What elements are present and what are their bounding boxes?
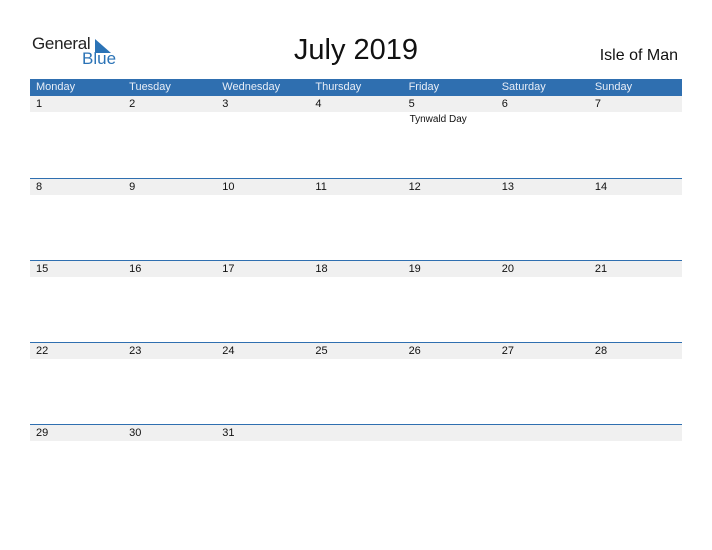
day-cell: 26 [403,343,496,359]
day-cell: 29 [30,425,123,441]
day-cell: 19 [403,261,496,277]
day-cell: 18 [309,261,402,277]
day-cell [309,425,402,441]
weekday-sunday: Sunday [594,81,633,93]
day-number: 29 [36,427,49,439]
date-strip: 22 23 24 25 26 27 28 [30,343,682,359]
day-cell: 20 [496,261,589,277]
day-number: 15 [36,263,49,275]
day-cell: 24 [216,343,309,359]
calendar-grid: Monday Tuesday Wednesday Thursday Friday Satu… [30,79,682,506]
day-cell: 12 [403,179,496,195]
day-cell [496,425,589,441]
day-cell: 28 [589,343,682,359]
day-number: 14 [594,181,608,193]
calendar-week: 15 16 17 18 19 20 21 [30,260,682,342]
day-number: 28 [594,345,608,357]
day-number: 25 [315,345,328,357]
weekday-monday: Monday [36,81,76,93]
day-cell: 8 [30,179,123,195]
date-strip: 8 9 10 11 12 13 14 [30,179,682,195]
day-cell: 3 [216,96,309,112]
day-cell: 4 [309,96,402,112]
day-number: 21 [594,263,608,275]
calendar-week: 29 30 31 [30,424,682,506]
day-number: 11 [315,181,327,193]
country-label: Isle of Man [599,47,678,64]
day-cell: 21 [589,261,682,277]
day-cell [589,425,682,441]
weekday-wednesday: Wednesday [222,81,281,93]
day-number: 13 [501,181,514,193]
day-number: 19 [408,263,421,275]
calendar-week: 8 9 10 11 12 13 14 [30,178,682,260]
day-number: 7 [594,98,601,110]
day-number: 10 [222,181,235,193]
weekday-saturday: Saturday [501,81,546,93]
day-number: 30 [129,427,142,439]
calendar-week: 22 23 24 25 26 27 28 [30,342,682,424]
date-strip: 29 30 31 [30,425,682,441]
day-number: 1 [36,98,43,110]
day-cell: 1 [30,96,123,112]
day-cell: 27 [496,343,589,359]
weekday-thursday: Thursday [315,81,362,93]
day-number: 18 [315,263,328,275]
date-strip: 1 2 3 4 5 Tynwald Day 6 7 [30,96,682,125]
day-number: 9 [129,181,136,193]
day-number: 16 [129,263,142,275]
day-cell: 15 [30,261,123,277]
day-number: 5 [408,98,415,110]
day-number: 6 [501,98,508,110]
day-cell: 7 [589,96,682,112]
day-cell: 13 [496,179,589,195]
day-number: 26 [408,345,421,357]
weekday-friday: Friday [408,81,440,93]
day-number: 27 [501,345,514,357]
holiday-label: Tynwald Day [409,114,467,125]
day-cell: 5 Tynwald Day [403,96,496,125]
day-number: 2 [129,98,136,110]
date-strip: 15 16 17 18 19 20 21 [30,261,682,277]
day-number: 8 [36,181,43,193]
day-cell: 31 [216,425,309,441]
calendar-week: 1 2 3 4 5 Tynwald Day 6 7 [30,96,682,178]
day-cell: 11 [309,179,402,195]
day-number: 20 [501,263,514,275]
day-cell: 23 [123,343,216,359]
day-cell: 16 [123,261,216,277]
day-number: 12 [408,181,421,193]
weekday-tuesday: Tuesday [129,81,171,93]
day-number: 4 [315,98,322,110]
day-cell: 17 [216,261,309,277]
day-number: 17 [222,263,235,275]
day-number: 23 [129,345,142,357]
day-cell: 10 [216,179,309,195]
day-cell [403,425,496,441]
day-cell: 6 [496,96,589,112]
day-cell: 9 [123,179,216,195]
day-cell: 2 [123,96,216,112]
day-cell: 25 [309,343,402,359]
weekday-header: Monday Tuesday Wednesday Thursday Friday Satu… [30,79,682,96]
day-cell: 14 [589,179,682,195]
day-number: 24 [222,345,235,357]
day-number: 22 [36,345,49,357]
day-cell: 30 [123,425,216,441]
day-cell: 22 [30,343,123,359]
day-number: 31 [222,427,235,439]
day-number: 3 [222,98,229,110]
